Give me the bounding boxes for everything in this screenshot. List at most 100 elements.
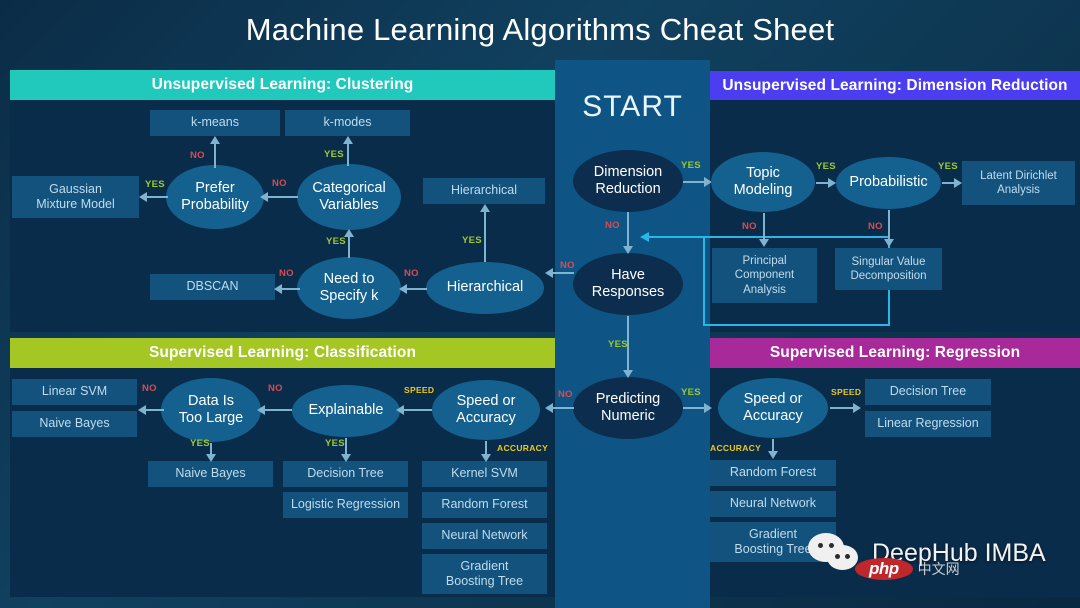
node-label: Naive Bayes: [39, 416, 110, 431]
decision-prefer-probability[interactable]: Prefer Probability: [166, 165, 264, 229]
node-linear-svm[interactable]: Linear SVM: [12, 379, 137, 405]
edge-label-no: NO: [268, 383, 283, 394]
node-gaussian-mixture-model[interactable]: Gaussian Mixture Model: [12, 176, 139, 218]
feedback-connector-top: [703, 236, 890, 238]
decision-hierarchical[interactable]: Hierarchical: [426, 262, 544, 314]
node-label-line1: Principal: [742, 255, 787, 268]
node-label-line2: Decomposition: [850, 270, 927, 282]
decision-speed-or-accuracy-classification[interactable]: Speed or Accuracy: [432, 380, 540, 440]
node-logistic-regression[interactable]: Logistic Regression: [283, 492, 408, 518]
edge-label-yes: YES: [325, 438, 345, 449]
node-decision-tree[interactable]: Decision Tree: [283, 461, 408, 487]
node-label: k-modes: [323, 115, 372, 130]
decision-topic-modeling[interactable]: Topic Modeling: [711, 152, 815, 212]
node-principal-component-analysis[interactable]: Principal Component Analysis: [712, 248, 817, 303]
decision-explainable[interactable]: Explainable: [292, 385, 400, 437]
node-random-forest[interactable]: Random Forest: [422, 492, 547, 518]
node-regression-linear-regression[interactable]: Linear Regression: [865, 411, 991, 437]
edge-label-accuracy: ACCURACY: [497, 443, 549, 453]
arrow-line: [348, 234, 350, 258]
arrow-head: [704, 403, 712, 413]
edge-label-no: NO: [558, 389, 573, 400]
node-label-line2: Responses: [591, 284, 665, 300]
node-neural-network[interactable]: Neural Network: [422, 523, 547, 549]
edge-label-speed: SPEED: [831, 387, 862, 397]
arrow-line: [146, 409, 164, 411]
decision-need-to-specify-k[interactable]: Need to Specify k: [297, 257, 401, 319]
node-latent-dirichlet-analysis[interactable]: Latent Dirichlet Analysis: [962, 161, 1075, 205]
arrow-head: [138, 405, 146, 415]
node-label-line2: Probability: [181, 197, 249, 213]
node-gradient-boosting-tree[interactable]: Gradient Boosting Tree: [422, 554, 547, 594]
decision-predicting-numeric[interactable]: Predicting Numeric: [573, 377, 683, 439]
edge-label-no: NO: [605, 220, 620, 231]
page-title: Machine Learning Algorithms Cheat Sheet: [245, 12, 835, 47]
edge-label-no: NO: [560, 260, 575, 271]
node-dbscan[interactable]: DBSCAN: [150, 274, 275, 300]
node-singular-value-decomposition[interactable]: Singular Value Decomposition: [835, 248, 942, 290]
arrow-line: [552, 272, 574, 274]
arrow-head: [545, 268, 553, 278]
arrow-head: [481, 454, 491, 462]
node-label-line1: Categorical: [312, 179, 386, 196]
decision-data-is-too-large[interactable]: Data Is Too Large: [161, 378, 261, 442]
node-label-line1: Gradient: [749, 526, 797, 541]
node-label-line1: Singular Value: [851, 255, 926, 268]
node-label-line2: Too Large: [178, 410, 244, 426]
arrow-head: [828, 178, 836, 188]
node-label-line2: Boosting Tree: [445, 574, 524, 588]
node-label: DBSCAN: [186, 279, 239, 294]
node-kernel-svm[interactable]: Kernel SVM: [422, 461, 547, 487]
node-regression-random-forest[interactable]: Random Forest: [710, 460, 836, 486]
decision-probabilistic[interactable]: Probabilistic: [836, 157, 941, 209]
edge-label-yes: YES: [462, 235, 482, 246]
node-hierarchical-box[interactable]: Hierarchical: [423, 178, 545, 204]
arrow-head: [480, 204, 490, 212]
node-naive-bayes-left[interactable]: Naive Bayes: [12, 411, 137, 437]
header-dimension-reduction: Unsupervised Learning: Dimension Reducti…: [710, 71, 1080, 100]
node-label-line1: Need to: [323, 270, 375, 287]
decision-dimension-reduction[interactable]: Dimension Reduction: [573, 150, 683, 212]
arrow-head: [853, 403, 861, 413]
node-label: Probabilistic: [849, 174, 928, 191]
edge-label-yes: YES: [190, 438, 210, 449]
decision-have-responses[interactable]: Have Responses: [573, 253, 683, 315]
edge-label-accuracy: ACCURACY: [710, 443, 762, 453]
arrow-line: [282, 288, 300, 290]
arrow-head: [139, 192, 147, 202]
node-label-line2: Modeling: [733, 182, 793, 198]
feedback-arrow-head: [640, 232, 649, 242]
node-label: Neural Network: [729, 496, 817, 511]
node-label: k-means: [191, 115, 239, 130]
node-label: Logistic Regression: [290, 497, 401, 512]
edge-label-no: NO: [190, 150, 205, 161]
node-kmodes[interactable]: k-modes: [285, 110, 410, 136]
arrow-line: [763, 213, 765, 241]
arrow-head: [274, 284, 282, 294]
edge-label-yes: YES: [816, 161, 836, 172]
feedback-connector-into-node: [648, 236, 705, 238]
feedback-connector-bottom: [703, 324, 890, 326]
feedback-connector-left: [703, 236, 705, 326]
edge-label-no: NO: [404, 268, 419, 279]
edge-label-yes: YES: [145, 179, 165, 190]
node-kmeans[interactable]: k-means: [150, 110, 280, 136]
node-label-line2: Analysis: [997, 184, 1040, 196]
node-regression-decision-tree[interactable]: Decision Tree: [865, 379, 991, 405]
decision-speed-or-accuracy-regression[interactable]: Speed or Accuracy: [718, 378, 828, 438]
arrow-head: [884, 239, 894, 247]
node-label: Kernel SVM: [451, 466, 518, 481]
header-classification: Supervised Learning: Classification: [10, 338, 555, 368]
arrow-head: [257, 405, 265, 415]
node-naive-bayes[interactable]: Naive Bayes: [148, 461, 273, 487]
decision-categorical-variables[interactable]: Categorical Variables: [297, 164, 401, 230]
arrow-line: [888, 210, 890, 240]
arrow-head: [623, 370, 633, 378]
arrow-head: [343, 136, 353, 144]
arrow-head: [768, 451, 778, 459]
arrow-head: [759, 239, 769, 247]
node-label-line2: Boosting Tree: [734, 542, 812, 556]
edge-label-yes: YES: [608, 339, 628, 350]
node-label-line2: Accuracy: [456, 410, 516, 426]
node-regression-neural-network[interactable]: Neural Network: [710, 491, 836, 517]
